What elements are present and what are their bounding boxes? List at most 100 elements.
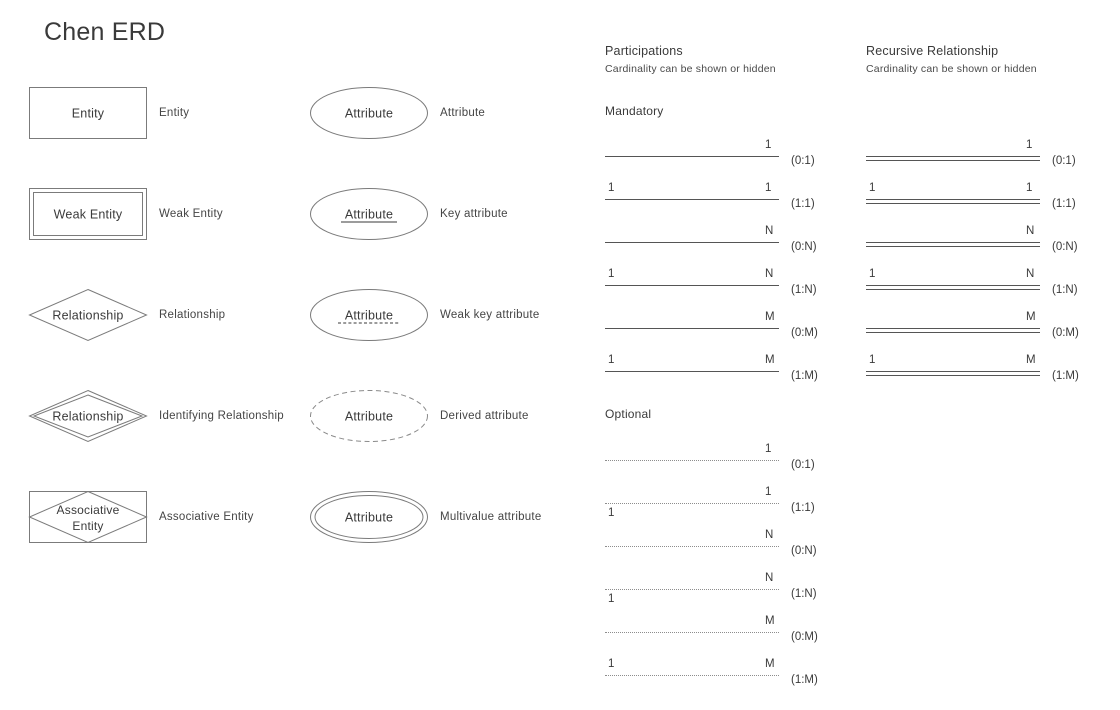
cardinality-notation: (0:1): [1052, 155, 1076, 167]
svg-text:Attribute: Attribute: [345, 410, 393, 424]
svg-text:Entity: Entity: [72, 519, 103, 533]
double-connector-line: [866, 285, 1040, 290]
solid-connector-line: [605, 199, 779, 200]
ellipse-dashed-shape-icon: Attribute: [310, 390, 428, 442]
dotted-connector-line: [605, 675, 779, 676]
recursive-relationship-panel: Recursive Relationship Cardinality can b…: [866, 44, 1079, 382]
rectangle-shape-icon: Entity: [29, 87, 147, 139]
cardinality-left-value: 1: [608, 507, 615, 519]
cardinality-row-1-M: 1 M (1:M): [605, 653, 827, 696]
participations-title: Participations: [605, 44, 683, 58]
cardinality-right-value: M: [1026, 311, 1036, 323]
cardinality-row-0-M: M (0:M): [605, 610, 827, 653]
cardinality-right-value: 1: [1026, 139, 1033, 151]
participations-panel: Participations Cardinality can be shown …: [605, 44, 818, 686]
legend-item-label: Entity: [159, 107, 190, 119]
cardinality-notation: (0:N): [1052, 241, 1078, 253]
recursive-title: Recursive Relationship: [866, 44, 999, 58]
ellipse-shape-icon: Attribute: [310, 87, 428, 139]
cardinality-notation: (0:M): [791, 631, 818, 643]
legend-item-label: Associative Entity: [159, 511, 254, 523]
cardinality-row-1-1: 1 1 (1:1): [605, 481, 827, 524]
dotted-connector-line: [605, 589, 779, 590]
recursive-subtitle: Cardinality can be shown or hidden: [866, 63, 1037, 75]
cardinality-notation: (1:1): [791, 198, 815, 210]
solid-connector-line: [605, 156, 779, 157]
cardinality-row-0-M: M (0:M): [605, 306, 827, 349]
cardinality-left-value: 1: [869, 268, 876, 280]
double-connector-line: [866, 371, 1040, 376]
cardinality-notation: (0:M): [791, 327, 818, 339]
cardinality-right-value: 1: [1026, 182, 1033, 194]
cardinality-right-value: 1: [765, 182, 772, 194]
cardinality-right-value: M: [765, 311, 775, 323]
participations-subtitle: Cardinality can be shown or hidden: [605, 63, 776, 75]
svg-text:Entity: Entity: [72, 107, 105, 121]
cardinality-row-0-1: 1 (0:1): [605, 134, 827, 177]
svg-text:Attribute: Attribute: [345, 309, 393, 323]
double-connector-line: [866, 242, 1040, 247]
solid-connector-line: [605, 371, 779, 372]
cardinality-row-1-M: 1 M (1:M): [605, 349, 827, 392]
cardinality-right-value: M: [765, 658, 775, 670]
solid-connector-line: [605, 242, 779, 243]
double-connector-line: [866, 328, 1040, 333]
cardinality-left-value: 1: [869, 182, 876, 194]
svg-text:Associative: Associative: [57, 503, 120, 517]
dotted-connector-line: [605, 546, 779, 547]
legend-item-label: Identifying Relationship: [159, 410, 284, 422]
cardinality-right-value: M: [765, 354, 775, 366]
double-ellipse-shape-icon: Attribute: [310, 491, 428, 543]
cardinality-notation: (1:M): [791, 674, 818, 686]
double-rectangle-shape-icon: Weak Entity: [29, 188, 147, 240]
cardinality-row-0-N: N (0:N): [866, 220, 1088, 263]
cardinality-right-value: N: [1026, 268, 1035, 280]
cardinality-right-value: N: [765, 572, 774, 584]
cardinality-row-1-1: 1 1 (1:1): [605, 177, 827, 220]
dotted-connector-line: [605, 632, 779, 633]
cardinality-row-0-1: 1 (0:1): [866, 134, 1088, 177]
double-diamond-shape-icon: Relationship: [28, 389, 148, 443]
solid-connector-line: [605, 328, 779, 329]
cardinality-notation: (0:N): [791, 241, 817, 253]
legend-item-label: Weak key attribute: [440, 309, 540, 321]
cardinality-notation: (0:N): [791, 545, 817, 557]
cardinality-row-1-N: 1 N (1:N): [866, 263, 1088, 306]
cardinality-notation: (1:1): [791, 502, 815, 514]
svg-text:Attribute: Attribute: [345, 511, 393, 525]
cardinality-notation: (1:M): [791, 370, 818, 382]
cardinality-right-value: N: [765, 225, 774, 237]
svg-text:Attribute: Attribute: [345, 208, 393, 222]
page-title: Chen ERD: [44, 18, 166, 46]
cardinality-notation: (1:M): [1052, 370, 1079, 382]
cardinality-notation: (0:M): [1052, 327, 1079, 339]
cardinality-left-value: 1: [608, 268, 615, 280]
dotted-connector-line: [605, 503, 779, 504]
optional-group-title: Optional: [605, 407, 652, 421]
cardinality-right-value: N: [1026, 225, 1035, 237]
cardinality-row-1-N: 1 N (1:N): [605, 263, 827, 306]
cardinality-row-0-N: N (0:N): [605, 220, 827, 263]
legend-item-label: Relationship: [159, 309, 226, 321]
svg-text:Relationship: Relationship: [52, 410, 123, 424]
cardinality-row-0-M: M (0:M): [866, 306, 1088, 349]
cardinality-notation: (0:1): [791, 459, 815, 471]
dotted-connector-line: [605, 460, 779, 461]
cardinality-right-value: 1: [765, 139, 772, 151]
cardinality-notation: (1:N): [791, 588, 817, 600]
cardinality-row-1-N: 1 N (1:N): [605, 567, 827, 610]
double-connector-line: [866, 199, 1040, 204]
mandatory-group-title: Mandatory: [605, 104, 664, 118]
legend-item-label: Multivalue attribute: [440, 511, 542, 523]
cardinality-notation: (0:1): [791, 155, 815, 167]
legend-item-label: Key attribute: [440, 208, 508, 220]
cardinality-left-value: 1: [869, 354, 876, 366]
cardinality-right-value: M: [1026, 354, 1036, 366]
double-connector-line: [866, 156, 1040, 161]
cardinality-notation: (1:N): [791, 284, 817, 296]
diamond-shape-icon: Relationship: [28, 288, 148, 342]
cardinality-row-0-N: N (0:N): [605, 524, 827, 567]
legend-item-label: Derived attribute: [440, 410, 529, 422]
cardinality-row-1-1: 1 1 (1:1): [866, 177, 1088, 220]
cardinality-right-value: N: [765, 529, 774, 541]
